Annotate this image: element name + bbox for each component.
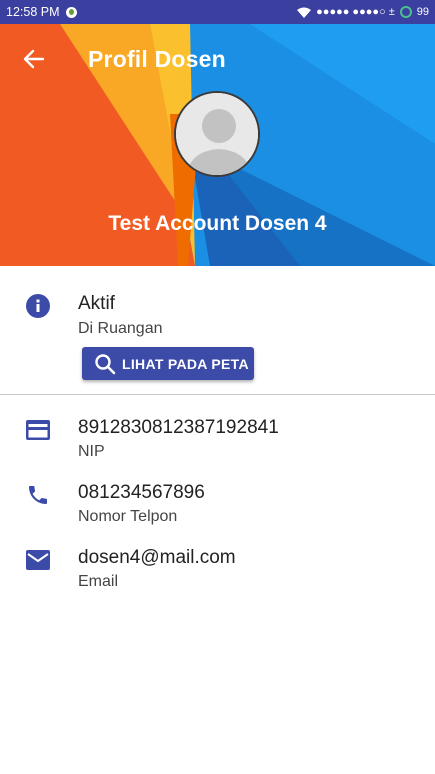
profile-header: Profil Dosen Test Account Dosen 4 — [0, 24, 435, 266]
arrow-back-icon — [23, 49, 45, 69]
battery-level: 99 — [416, 6, 429, 18]
status-value: Aktif — [78, 293, 115, 314]
view-on-map-button[interactable]: LIHAT PADA PETA — [82, 347, 254, 380]
nip-value: 8912830812387192841 — [78, 417, 279, 438]
mail-icon — [24, 546, 52, 574]
signal-text: ●●●●● ●●●●○ ± — [316, 6, 395, 18]
email-label: Email — [78, 573, 119, 590]
status-bar: 12:58 PM ●●●●● ●●●●○ ± 99 — [0, 0, 435, 24]
status-time: 12:58 PM — [6, 5, 60, 19]
back-button[interactable] — [16, 44, 52, 74]
person-placeholder-icon — [176, 93, 258, 175]
notification-icon — [65, 6, 77, 18]
status-indicators: ●●●●● ●●●●○ ± 99 — [297, 6, 429, 18]
wifi-icon — [297, 7, 312, 18]
battery-ring-icon — [399, 6, 412, 18]
phone-value: 081234567896 — [78, 482, 205, 503]
email-value: dosen4@mail.com — [78, 547, 236, 568]
search-icon — [95, 353, 116, 374]
phone-icon — [24, 481, 52, 509]
avatar — [174, 91, 260, 177]
nip-label: NIP — [78, 443, 105, 460]
view-on-map-label: LIHAT PADA PETA — [122, 355, 249, 372]
phone-label: Nomor Telpon — [78, 508, 178, 525]
page-title: Profil Dosen — [88, 46, 226, 72]
profile-name: Test Account Dosen 4 — [108, 212, 327, 235]
info-icon — [24, 292, 52, 320]
card-icon — [24, 416, 52, 444]
location-text: Di Ruangan — [78, 320, 163, 337]
divider — [0, 394, 435, 395]
